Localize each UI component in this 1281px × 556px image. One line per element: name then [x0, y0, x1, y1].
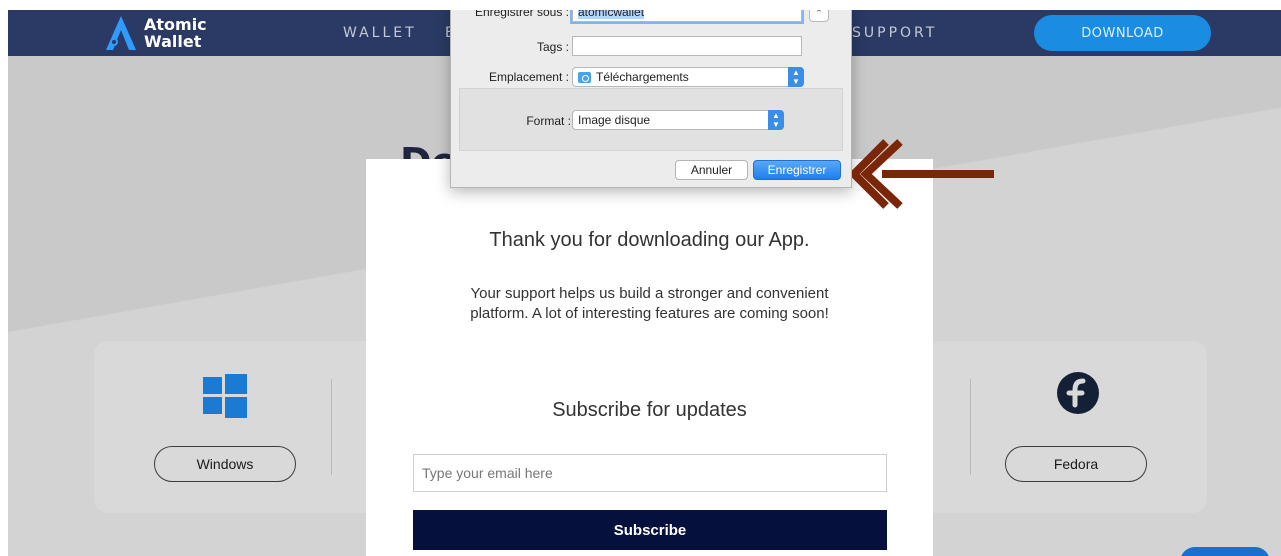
subscribe-button[interactable]: Subscribe [413, 510, 887, 550]
logo-line1: Atomic [144, 15, 207, 34]
email-input[interactable] [413, 454, 887, 492]
screen: Atomic Wallet WALLET E SUPPORT DOWNLOAD … [8, 10, 1281, 556]
windows-download-button[interactable]: Windows [154, 446, 296, 482]
thank-you-modal: × Thank you for downloading our App. You… [366, 159, 933, 556]
fedora-download-button[interactable]: Fedora [1005, 446, 1147, 482]
tags-label: Tags : [536, 40, 569, 54]
logo-line2: Wallet [144, 32, 202, 51]
folder-icon [578, 71, 591, 83]
support-message: Your support helps us build a stronger a… [470, 285, 829, 322]
save-dialog: Enregistrer sous : atomicwallet ⌃ Tags :… [450, 10, 852, 188]
arrow-annotation-icon [852, 139, 994, 209]
save-as-label: Enregistrer sous : [474, 10, 569, 19]
subscribe-heading: Subscribe for updates [552, 399, 747, 421]
nav-link-wallet[interactable]: WALLET [343, 25, 417, 41]
tags-field[interactable] [572, 36, 802, 56]
location-label: Emplacement : [488, 70, 569, 84]
cancel-button[interactable]: Annuler [675, 160, 748, 180]
thank-you-heading: Thank you for downloading our App. [489, 229, 810, 251]
download-button[interactable]: DOWNLOAD [1034, 15, 1211, 51]
format-value: Image disque [578, 113, 651, 127]
stepper-icon: ▲ ▼ [768, 110, 784, 130]
stepper-icon: ▲ ▼ [788, 67, 804, 87]
location-select[interactable]: Téléchargements ▲ ▼ [572, 67, 804, 87]
os-divider [970, 379, 971, 475]
brand-logo[interactable]: Atomic Wallet [104, 12, 207, 54]
format-label: Format : [526, 114, 571, 128]
format-options-box: Format : Image disque ▲ ▼ [459, 88, 843, 151]
expand-dialog-button[interactable]: ⌃ [809, 10, 829, 22]
atomic-logo-icon [106, 16, 136, 50]
chat-widget-button[interactable] [1180, 547, 1270, 556]
os-divider [331, 379, 332, 475]
format-select[interactable]: Image disque ▲ ▼ [572, 110, 784, 130]
windows-icon [203, 374, 247, 418]
save-as-field[interactable]: atomicwallet [572, 10, 802, 22]
save-as-value: atomicwallet [578, 10, 645, 19]
fedora-icon [1057, 372, 1099, 414]
location-value: Téléchargements [596, 70, 689, 84]
logo-text: Atomic Wallet [144, 16, 207, 50]
save-button[interactable]: Enregistrer [753, 160, 841, 180]
nav-link-support[interactable]: SUPPORT [852, 25, 937, 41]
